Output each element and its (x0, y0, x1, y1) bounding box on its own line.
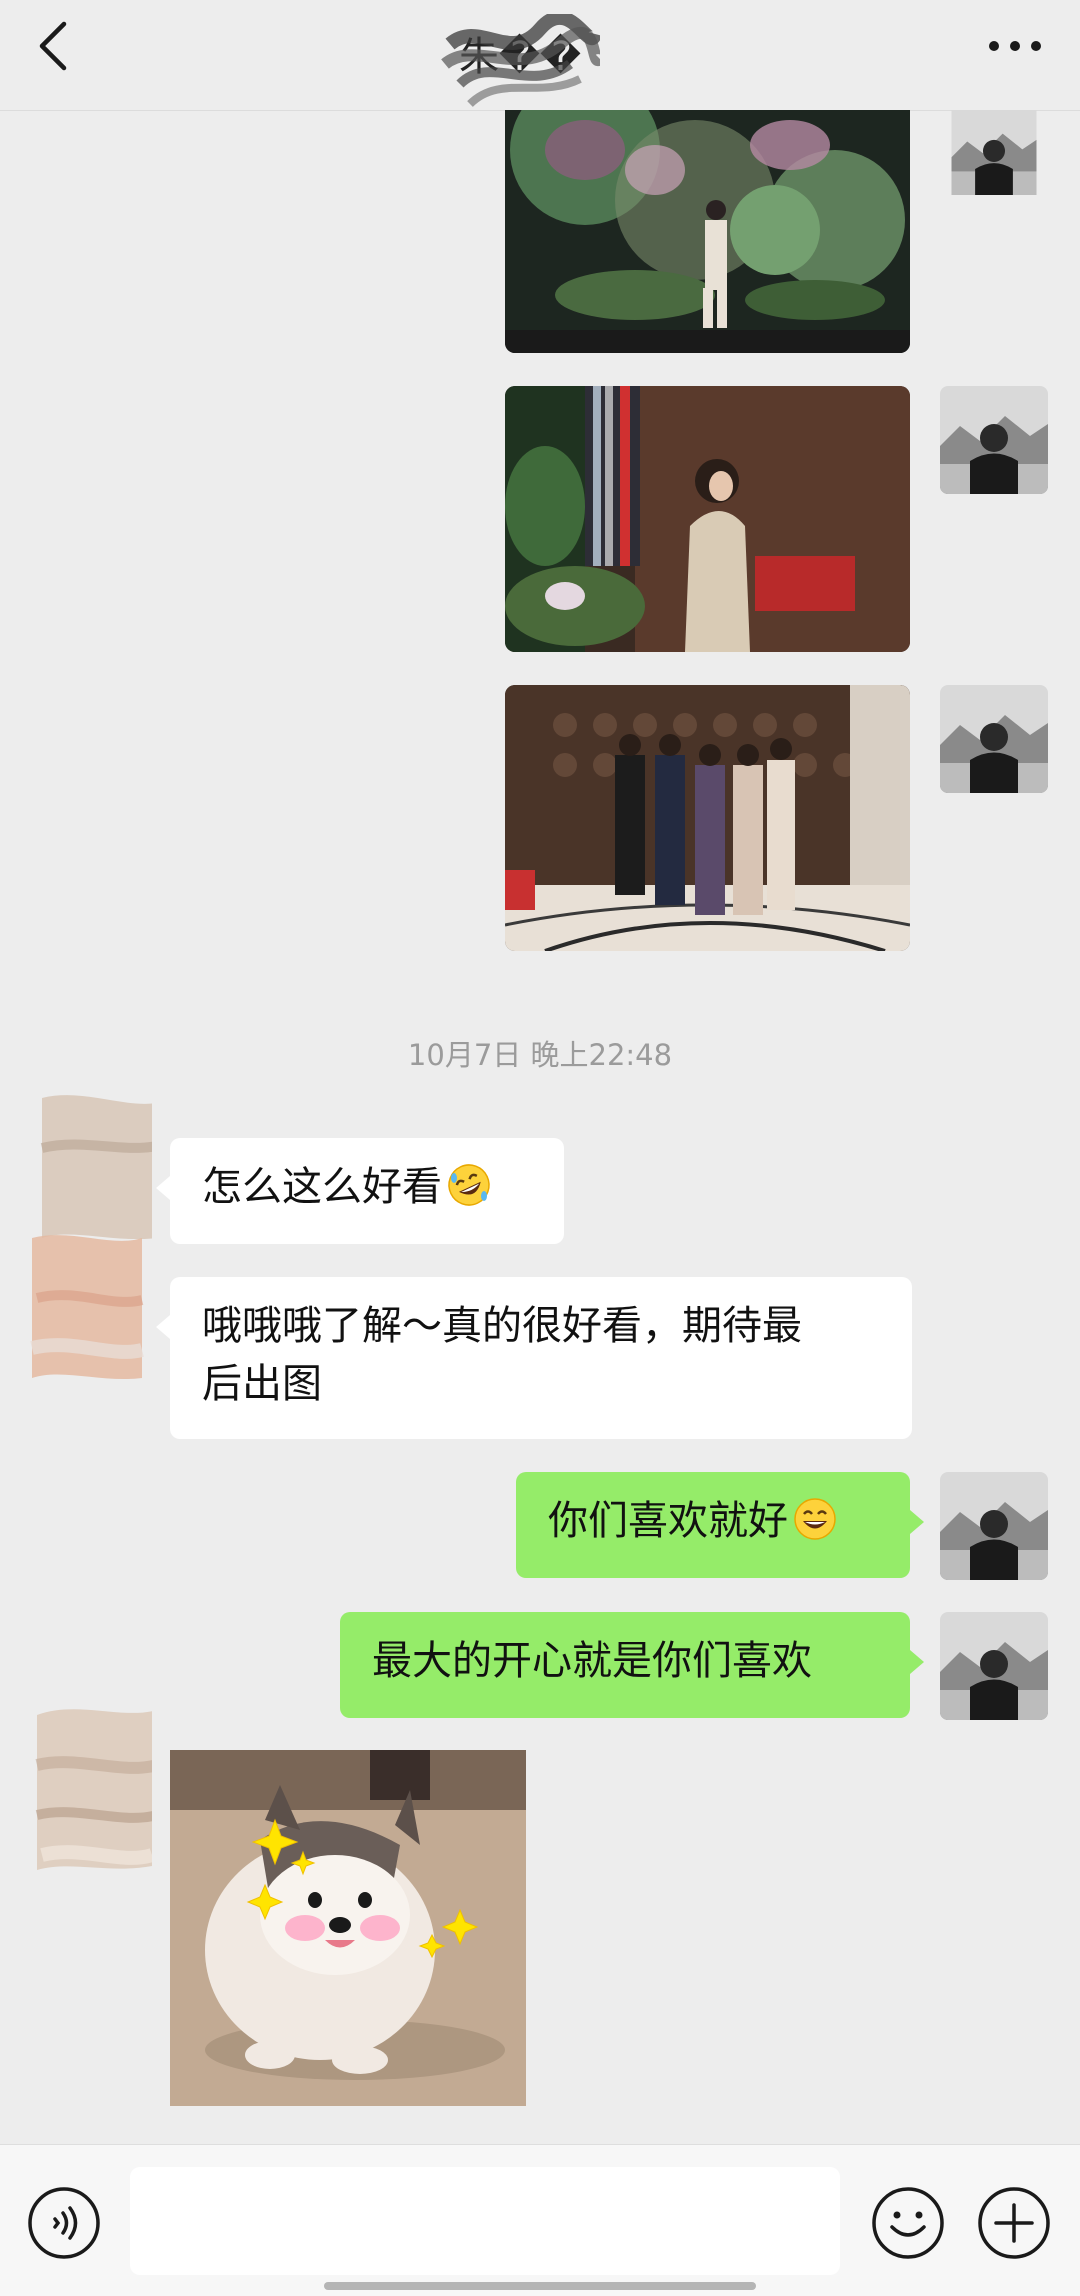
message-bubble-incoming[interactable]: 怎么这么好看 (156, 1138, 564, 1244)
avatar-contact[interactable] (22, 1088, 152, 1388)
avatar-self[interactable] (940, 386, 1048, 494)
message-text-line: 后出图 (202, 1361, 322, 1407)
plus-icon[interactable] (976, 2185, 1052, 2261)
message-text: 最大的开心就是你们喜欢 (372, 1638, 812, 1684)
avatar-self[interactable] (940, 685, 1048, 793)
chevron-left-icon[interactable] (28, 16, 88, 76)
rolling-laughing-emoji (448, 1164, 490, 1206)
grinning-emoji (794, 1498, 836, 1540)
avatar-self[interactable] (940, 1612, 1048, 1720)
avatar-contact[interactable] (22, 1695, 152, 1895)
chat-header: 朱�� (0, 0, 1080, 111)
message-bubble-outgoing[interactable]: 你们喜欢就好 (516, 1472, 924, 1578)
photo-message-stage[interactable] (505, 110, 910, 353)
message-timestamp: 10月7日 晚上22:48 (407, 1038, 673, 1072)
message-text-line: 哦哦哦了解～真的很好看，期待最 (202, 1303, 802, 1349)
smiley-icon[interactable] (870, 2185, 946, 2261)
chat-title: 朱�� (440, 14, 600, 107)
photo-message-singer[interactable] (505, 386, 910, 652)
message-input[interactable] (130, 2167, 840, 2275)
chat-input-bar (0, 2144, 1080, 2296)
redaction-scribble (441, 14, 600, 107)
avatar-self[interactable] (940, 1472, 1048, 1580)
avatar-self[interactable] (940, 110, 1048, 195)
chat-screen: 朱�� 10月7日 晚上22:48 怎么这么好看 哦哦哦了解～真的很好看，期待最… (0, 0, 1080, 2296)
ellipsis-icon[interactable] (980, 20, 1050, 70)
message-bubble-outgoing[interactable]: 最大的开心就是你们喜欢 (340, 1612, 924, 1718)
message-text: 怎么这么好看 (202, 1164, 442, 1210)
voice-icon[interactable] (26, 2185, 102, 2261)
home-indicator[interactable] (324, 2282, 756, 2290)
photo-message-group[interactable] (505, 685, 910, 951)
message-text: 你们喜欢就好 (548, 1498, 788, 1544)
message-bubble-incoming[interactable]: 哦哦哦了解～真的很好看，期待最 后出图 (156, 1277, 912, 1439)
sticker-message-dog[interactable] (170, 1750, 526, 2106)
